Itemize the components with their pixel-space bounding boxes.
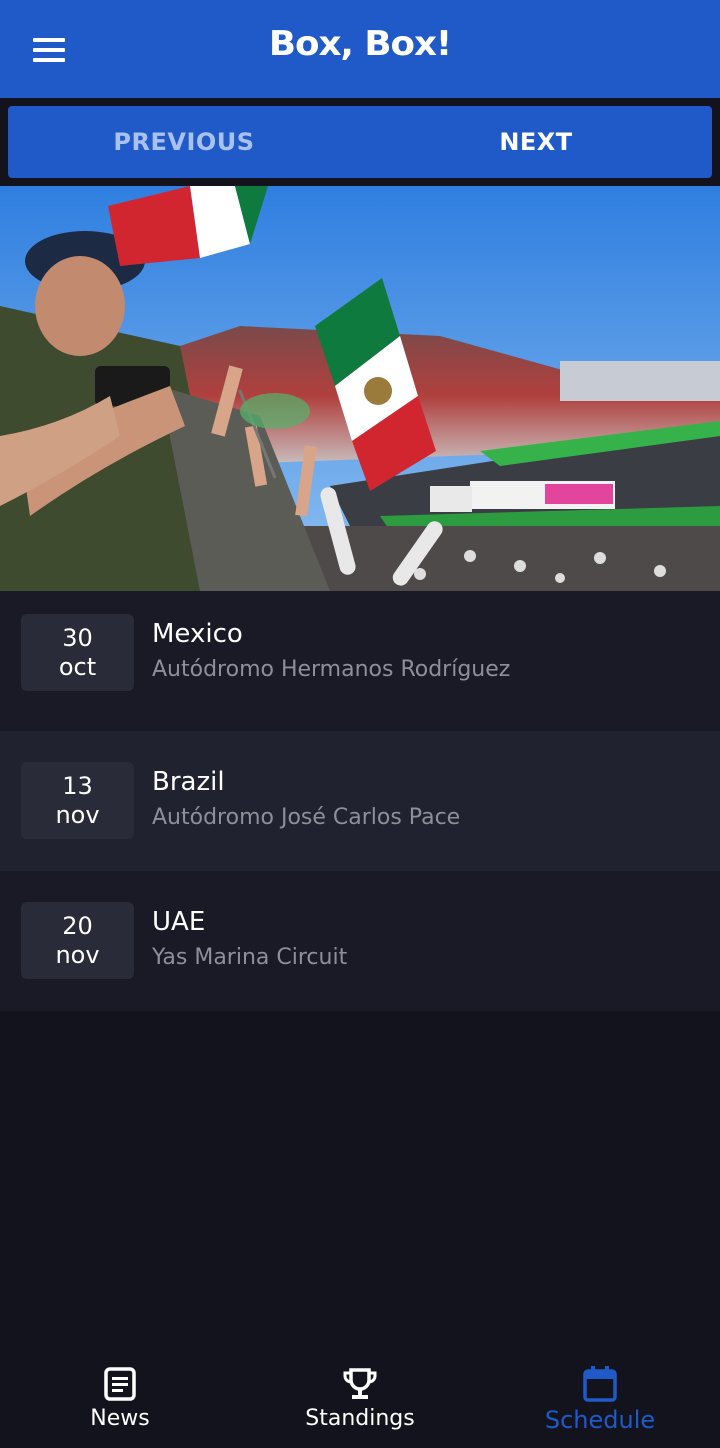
pager-buttons: PREVIOUS NEXT	[8, 106, 712, 178]
bottom-navigation: News Standings Schedule	[0, 1348, 720, 1448]
race-month: nov	[55, 800, 100, 829]
race-day: 30	[62, 623, 93, 652]
news-icon	[103, 1366, 137, 1402]
app-root: Box, Box! PREVIOUS NEXT 30 oct Mexico Au…	[0, 0, 720, 1448]
race-circuit: Autódromo Hermanos Rodríguez	[152, 657, 511, 682]
race-country: Mexico	[152, 619, 243, 649]
race-row-mexico[interactable]: 30 oct Mexico Autódromo Hermanos Rodrígu…	[0, 591, 720, 731]
nav-standings-label: Standings	[305, 1406, 415, 1431]
race-date-badge: 20 nov	[21, 902, 134, 979]
race-row-brazil[interactable]: 13 nov Brazil Autódromo José Carlos Pace	[0, 731, 720, 871]
nav-standings[interactable]: Standings	[240, 1348, 480, 1448]
race-country: UAE	[152, 907, 206, 937]
trophy-icon	[342, 1366, 378, 1402]
nav-schedule-label: Schedule	[544, 1406, 656, 1434]
nav-schedule[interactable]: Schedule	[480, 1348, 720, 1448]
calendar-icon	[582, 1366, 618, 1402]
app-title: Box, Box!	[268, 24, 452, 64]
nav-news-label: News	[90, 1406, 150, 1431]
race-hero-image	[0, 186, 720, 591]
previous-button[interactable]: PREVIOUS	[8, 106, 360, 178]
race-day: 13	[62, 771, 93, 800]
top-app-bar: Box, Box!	[0, 0, 720, 98]
nav-news[interactable]: News	[0, 1348, 240, 1448]
pager-strip: PREVIOUS NEXT	[0, 98, 720, 186]
race-month: nov	[55, 940, 100, 969]
race-schedule-list: 30 oct Mexico Autódromo Hermanos Rodrígu…	[0, 591, 720, 1011]
race-row-uae[interactable]: 20 nov UAE Yas Marina Circuit	[0, 871, 720, 1011]
next-button[interactable]: NEXT	[360, 106, 712, 178]
race-country: Brazil	[152, 767, 225, 797]
race-date-badge: 13 nov	[21, 762, 134, 839]
race-month: oct	[58, 652, 97, 681]
race-circuit: Yas Marina Circuit	[152, 945, 348, 970]
race-date-badge: 30 oct	[21, 614, 134, 691]
race-circuit: Autódromo José Carlos Pace	[152, 805, 461, 830]
race-day: 20	[62, 911, 93, 940]
